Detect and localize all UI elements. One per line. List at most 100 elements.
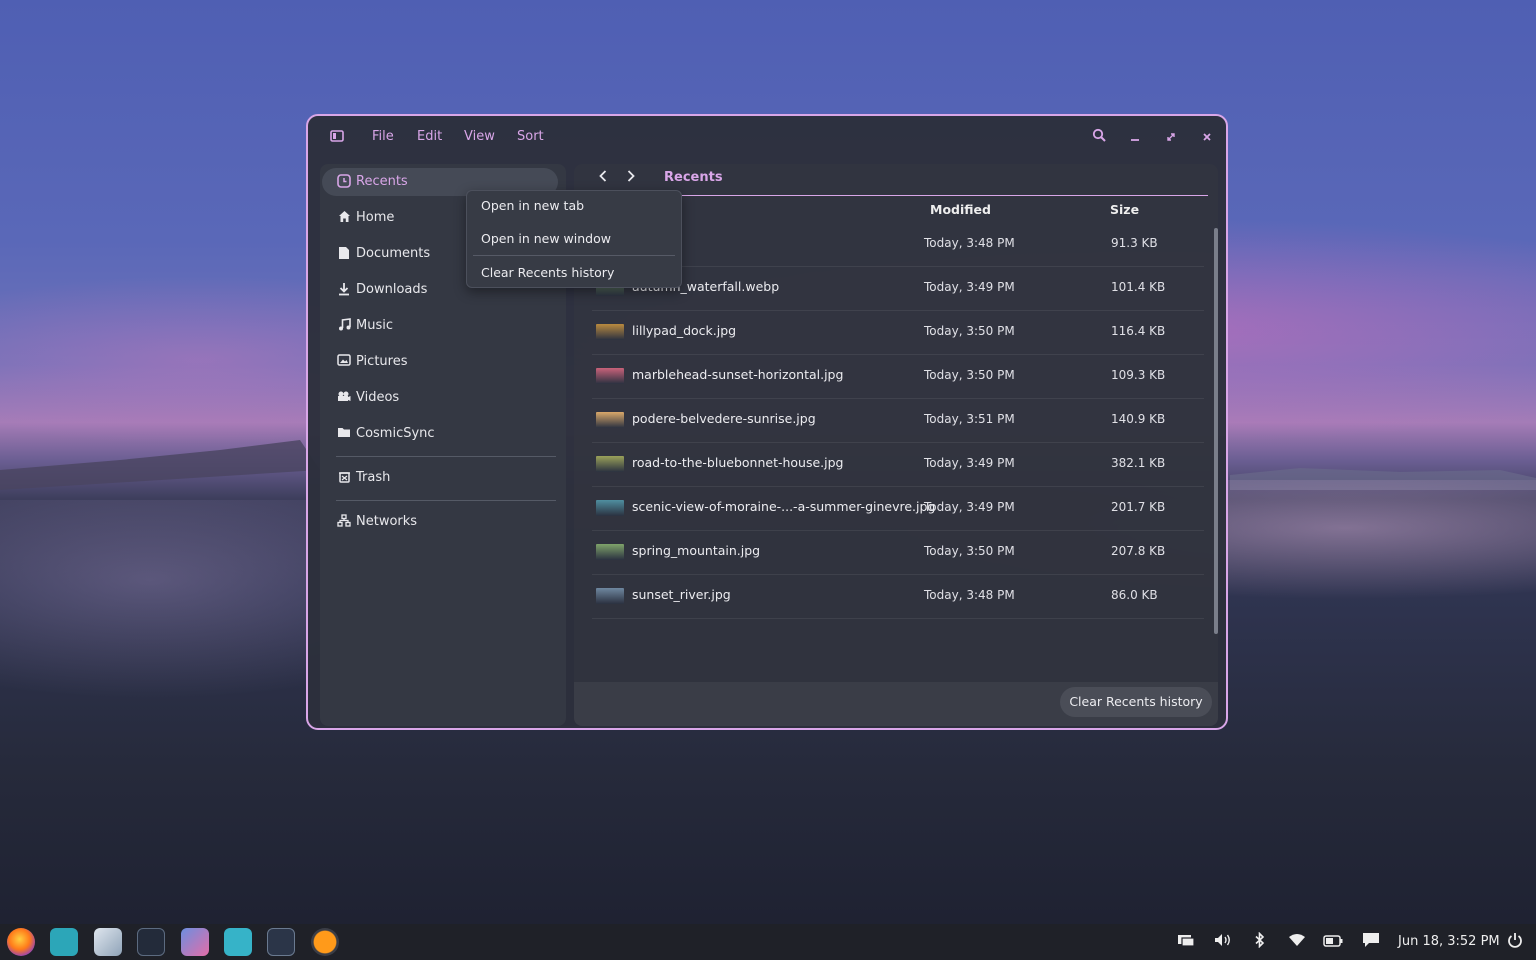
video-icon — [336, 390, 352, 406]
files-app-icon[interactable] — [50, 928, 78, 956]
file-size: 91.3 KB — [1111, 236, 1158, 250]
menu-file[interactable]: File — [372, 129, 394, 144]
menu-sort[interactable]: Sort — [517, 129, 544, 144]
file-name: road-to-the-bluebonnet-house.jpg — [632, 455, 844, 470]
trash-icon — [336, 470, 352, 486]
file-size: 140.9 KB — [1111, 412, 1166, 426]
table-row[interactable]: road-to-the-bluebonnet-house.jpg Today, 3… — [592, 442, 1204, 487]
column-header-size[interactable]: Size — [1110, 202, 1139, 217]
table-row[interactable]: podere-belvedere-sunrise.jpg Today, 3:51 … — [592, 398, 1204, 443]
search-icon[interactable] — [1089, 128, 1109, 148]
sidebar-item-videos[interactable]: Videos — [322, 384, 558, 412]
taskbar-clock[interactable]: Jun 18, 3:52 PM — [1398, 934, 1500, 949]
media-player-icon[interactable] — [311, 928, 339, 956]
file-manager-window: File Edit View Sort Recents Home Documen… — [306, 114, 1228, 730]
sidebar-item-label: Recents — [356, 174, 408, 189]
sidebar-divider — [336, 500, 556, 501]
file-name: lillypad_dock.jpg — [632, 323, 737, 338]
file-modified: Today, 3:49 PM — [924, 500, 1015, 514]
file-size: 201.7 KB — [1111, 500, 1166, 514]
sidebar-item-trash[interactable]: Trash — [322, 464, 558, 492]
file-modified: Today, 3:48 PM — [924, 588, 1015, 602]
sidebar-item-label: CosmicSync — [356, 426, 435, 441]
clear-recents-button[interactable]: Clear Recents history — [1060, 687, 1212, 717]
wifi-icon[interactable] — [1286, 932, 1308, 952]
file-name: scenic-view-of-moraine-...-a-summer-gine… — [632, 499, 936, 514]
sidebar-item-networks[interactable]: Networks — [322, 508, 558, 536]
menu-item-open-new-window[interactable]: Open in new window — [481, 231, 611, 246]
sidebar-toggle-icon[interactable] — [330, 129, 344, 148]
sidebar-item-label: Trash — [356, 470, 391, 485]
table-row[interactable]: autumn_waterfall.webp Today, 3:49 PM 101.4… — [592, 266, 1204, 311]
file-name: marblehead-sunset-horizontal.jpg — [632, 367, 844, 382]
home-icon — [336, 210, 352, 226]
file-size: 382.1 KB — [1111, 456, 1166, 470]
picture-icon — [336, 354, 352, 370]
document-icon — [336, 246, 352, 262]
terminal-icon[interactable] — [137, 928, 165, 956]
context-menu: Open in new tab Open in new window Clear… — [466, 190, 682, 288]
settings-app-icon[interactable] — [224, 928, 252, 956]
file-size: 101.4 KB — [1111, 280, 1166, 294]
menu-edit[interactable]: Edit — [417, 129, 442, 144]
text-editor-icon[interactable] — [94, 928, 122, 956]
minimize-icon[interactable] — [1125, 128, 1145, 148]
forward-icon[interactable] — [626, 168, 636, 187]
music-note-icon — [336, 318, 352, 334]
taskbar: Jun 18, 3:52 PM — [0, 924, 1536, 960]
file-modified: Today, 3:51 PM — [924, 412, 1015, 426]
back-icon[interactable] — [598, 168, 608, 187]
file-name: podere-belvedere-sunrise.jpg — [632, 411, 816, 426]
menu-item-clear-recents-history[interactable]: Clear Recents history — [481, 265, 614, 280]
file-modified: Today, 3:50 PM — [924, 544, 1015, 558]
firefox-icon[interactable] — [7, 928, 35, 956]
file-modified: Today, 3:49 PM — [924, 280, 1015, 294]
file-modified: Today, 3:49 PM — [924, 456, 1015, 470]
clock-icon — [336, 174, 352, 190]
power-icon[interactable] — [1504, 932, 1526, 953]
vertical-scrollbar[interactable] — [1214, 228, 1218, 634]
display-icon[interactable] — [1175, 932, 1197, 952]
sidebar-item-label: Networks — [356, 514, 418, 529]
folder-icon — [336, 426, 352, 442]
system-monitor-icon[interactable] — [267, 928, 295, 956]
breadcrumb-underline — [592, 195, 1208, 196]
file-name: sunset_river.jpg — [632, 587, 731, 602]
bluetooth-icon[interactable] — [1249, 931, 1271, 953]
image-thumbnail — [596, 456, 624, 472]
file-modified: Today, 3:50 PM — [924, 368, 1015, 382]
sidebar-item-music[interactable]: Music — [322, 312, 558, 340]
menu-view[interactable]: View — [464, 129, 495, 144]
app-store-icon[interactable] — [181, 928, 209, 956]
maximize-icon[interactable] — [1161, 128, 1181, 148]
image-thumbnail — [596, 412, 624, 428]
image-thumbnail — [596, 588, 624, 604]
table-row[interactable]: spring_mountain.jpg Today, 3:50 PM 207.8 K… — [592, 530, 1204, 575]
download-icon — [336, 282, 352, 298]
sidebar-divider — [336, 456, 556, 457]
table-row[interactable]: marblehead-sunset-horizontal.jpg Today, 3… — [592, 354, 1204, 399]
file-modified: Today, 3:50 PM — [924, 324, 1015, 338]
sidebar-item-label: Documents — [356, 246, 431, 261]
sidebar-item-label: Music — [356, 318, 393, 333]
table-row[interactable]: sunset_river.jpg Today, 3:48 PM 86.0 KB — [592, 574, 1204, 619]
breadcrumb[interactable]: Recents — [664, 170, 723, 185]
file-modified: Today, 3:48 PM — [924, 236, 1015, 250]
table-row[interactable]: scenic-view-of-moraine-...-a-summer-gine… — [592, 486, 1204, 531]
header-bar: File Edit View Sort — [308, 116, 1226, 160]
sidebar-item-pictures[interactable]: Pictures — [322, 348, 558, 376]
menu-item-open-new-tab[interactable]: Open in new tab — [481, 198, 584, 213]
sidebar-item-label: Downloads — [356, 282, 428, 297]
battery-icon[interactable] — [1322, 932, 1344, 952]
sidebar-item-cosmicsync[interactable]: CosmicSync — [322, 420, 558, 448]
volume-icon[interactable] — [1212, 932, 1234, 952]
table-row[interactable]: lillypad_dock.jpg Today, 3:50 PM 116.4 KB — [592, 310, 1204, 355]
notifications-icon[interactable] — [1360, 932, 1382, 953]
column-header-modified[interactable]: Modified — [930, 202, 991, 217]
menu-separator — [473, 255, 675, 256]
network-icon — [336, 514, 352, 530]
sidebar-item-label: Pictures — [356, 354, 408, 369]
table-row[interactable]: lake.jpgToday, 3:48 PM91.3 KB — [592, 222, 1204, 267]
file-size: 86.0 KB — [1111, 588, 1158, 602]
close-icon[interactable] — [1197, 128, 1217, 148]
